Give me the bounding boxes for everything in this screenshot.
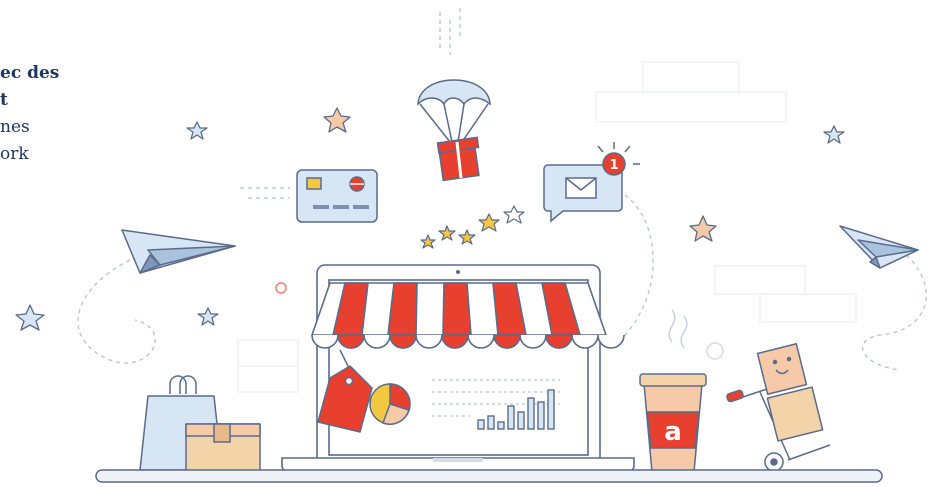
decor-circle (706, 342, 724, 360)
hand-truck-icon (726, 343, 831, 472)
star-icon (15, 304, 45, 331)
paper-plane-icon (839, 225, 919, 269)
star-icon (323, 107, 351, 133)
mail-notification-icon (543, 142, 640, 223)
ecommerce-illustration: 1 a (15, 8, 927, 483)
cardboard-box-icon (185, 423, 261, 473)
star-icon (197, 307, 219, 326)
decor-circle (275, 282, 287, 294)
notification-count: 1 (609, 158, 618, 173)
cup-logo: a (664, 417, 682, 447)
parachute-gift-icon (417, 79, 491, 182)
pie-chart-icon (369, 383, 411, 425)
star-icon (823, 125, 845, 144)
ground-line (95, 469, 883, 483)
coffee-cup-icon (639, 309, 707, 473)
credit-card-icon (296, 169, 378, 223)
paper-plane-icon (121, 229, 236, 274)
rating-stars-icon (420, 205, 525, 249)
hero-illustration-stage: ec des t nes ork 1 a (0, 0, 941, 487)
star-icon (186, 121, 208, 140)
store-awning-icon (311, 282, 625, 349)
star-icon (689, 215, 717, 242)
